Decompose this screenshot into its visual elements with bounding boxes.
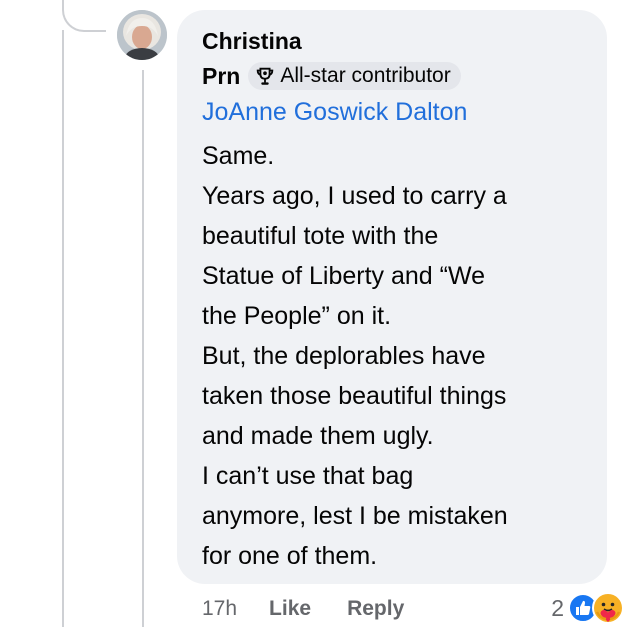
- author-name[interactable]: Christina: [202, 26, 302, 56]
- badge-label: All-star contributor: [280, 64, 451, 87]
- like-button[interactable]: Like: [269, 597, 311, 621]
- reply-button[interactable]: Reply: [347, 597, 404, 621]
- thread-connector-line: [62, 30, 64, 627]
- comment-line: the People” on it.: [202, 302, 392, 330]
- comment-line: Statue of Liberty and “We: [202, 262, 486, 290]
- reply-thread-line: [142, 70, 144, 627]
- comment-line: I can’t use that bag: [202, 462, 414, 490]
- comment-line: for one of them.: [202, 542, 378, 570]
- mentioned-user-link[interactable]: JoAnne Goswick Dalton: [202, 96, 467, 128]
- reaction-count: 2: [551, 594, 564, 621]
- comment-line: anymore, lest I be mistaken: [202, 502, 508, 530]
- all-star-contributor-badge[interactable]: All-star contributor: [248, 62, 461, 90]
- comment-line: beautiful tote with the: [202, 222, 439, 250]
- comment-line: and made them ugly.: [202, 422, 434, 450]
- comment-timestamp[interactable]: 17h: [202, 597, 237, 621]
- care-reaction-icon: [592, 592, 624, 624]
- comment-text: Same. Years ago, I used to carry a beaut…: [202, 136, 597, 576]
- comment-line: Same.: [202, 142, 275, 170]
- comment-line: Years ago, I used to carry a: [202, 182, 507, 210]
- comment-actions: 17h Like Reply: [202, 593, 440, 625]
- author-line-2: Prn All-star contributor: [202, 61, 461, 91]
- avatar[interactable]: [117, 10, 167, 60]
- author-last-name[interactable]: Prn: [202, 63, 240, 90]
- thread-connector-curve: [62, 0, 106, 32]
- comment-line: But, the deplorables have: [202, 342, 486, 370]
- trophy-icon: [257, 67, 274, 85]
- comment-line: taken those beautiful things: [202, 382, 507, 410]
- reaction-summary[interactable]: 2: [551, 590, 624, 626]
